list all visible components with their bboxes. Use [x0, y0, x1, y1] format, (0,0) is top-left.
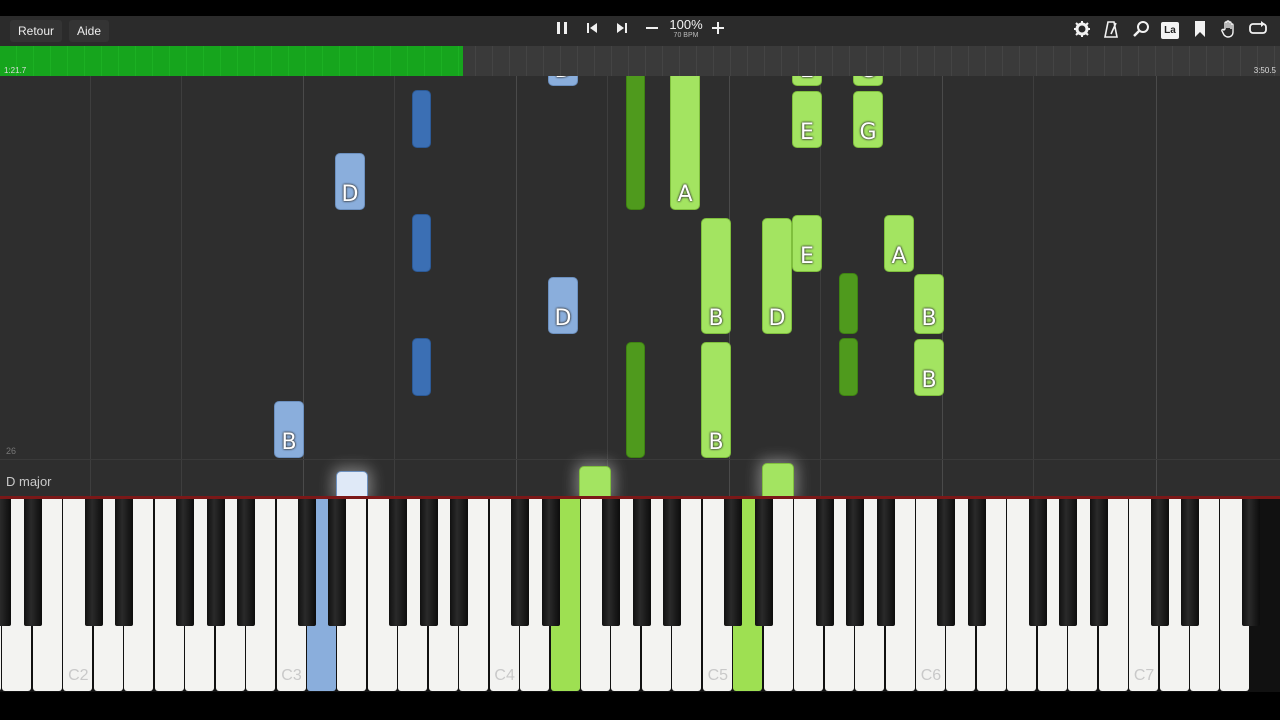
note-right-hand: G: [853, 76, 883, 86]
tempo-label: 70 BPM: [673, 32, 699, 39]
loop-icon[interactable]: [1247, 20, 1269, 42]
piano-black-key[interactable]: [1241, 499, 1260, 626]
piano-roll: 26 D major D D D B E G A E G E A B D B B…: [0, 76, 1280, 496]
note-left-hand: D: [548, 277, 578, 334]
octave-label: C3: [281, 667, 302, 684]
note-right-hand: [839, 273, 858, 334]
bookmark-icon[interactable]: [1189, 20, 1211, 42]
piano-black-key[interactable]: [541, 499, 560, 626]
piano-black-key[interactable]: [602, 499, 621, 626]
octave-label: C2: [68, 667, 89, 684]
piano-black-key[interactable]: [23, 499, 42, 626]
octave-label: C5: [707, 667, 729, 684]
piano-black-key[interactable]: [1150, 499, 1169, 626]
note-right-hand: [626, 76, 645, 210]
piano-black-key[interactable]: [632, 499, 651, 626]
piano-black-key[interactable]: [176, 499, 195, 626]
piano-black-key[interactable]: [1089, 499, 1108, 626]
note-right-hand: E: [792, 76, 822, 86]
zoom-percent: 100%: [669, 17, 703, 32]
note-right-hand: B: [701, 218, 731, 334]
piano-black-key[interactable]: [297, 499, 316, 626]
piano-black-key[interactable]: [419, 499, 438, 626]
note-left-hand: [412, 214, 431, 272]
note-right-hand: E: [792, 215, 822, 272]
help-button[interactable]: Aide: [69, 20, 110, 42]
timeline-progress: [0, 46, 464, 76]
octave-label: C4: [494, 667, 515, 684]
note-right-hand: B: [914, 274, 944, 334]
grid-line: [1033, 76, 1034, 496]
search-icon[interactable]: [1130, 20, 1152, 42]
piano-black-key[interactable]: [389, 499, 408, 626]
piano-black-key[interactable]: [328, 499, 347, 626]
notation-icon[interactable]: La: [1161, 22, 1179, 39]
piano-black-key[interactable]: [967, 499, 986, 626]
playing-note-glow: [336, 471, 368, 496]
grid-line: [516, 76, 517, 496]
note-right-hand: B: [701, 342, 731, 458]
key-signature: D major: [6, 474, 52, 489]
playing-note-glow: [762, 463, 794, 496]
settings-icon[interactable]: [1071, 20, 1093, 42]
toolbar: Retour Aide 100% 70 BPM La: [0, 16, 1280, 46]
bottom-bar: [0, 692, 1280, 720]
note-left-hand: [412, 90, 431, 148]
piano-keyboard: C2 C3 C4 C5 C6 C7: [0, 499, 1280, 692]
grid-line: [607, 76, 608, 496]
piano-black-key[interactable]: [724, 499, 743, 626]
grid-line: [1156, 76, 1157, 496]
measure-line: [0, 459, 1280, 460]
zoom-display: 100% 70 BPM: [666, 18, 706, 41]
note-right-hand: [626, 342, 645, 458]
note-left-hand: D: [548, 76, 578, 86]
back-button[interactable]: Retour: [10, 20, 63, 42]
piano-black-key[interactable]: [511, 499, 530, 626]
playing-note-glow: [579, 466, 611, 496]
note-right-hand: G: [853, 91, 883, 148]
note-left-hand: [412, 338, 431, 396]
piano-black-key[interactable]: [815, 499, 834, 626]
note-right-hand: B: [914, 339, 944, 396]
measure-number: 26: [6, 446, 17, 456]
total-time: 3:50.5: [1253, 66, 1276, 75]
octave-label: C6: [920, 667, 942, 684]
piano-black-key[interactable]: [663, 499, 682, 626]
octave-label: C7: [1133, 667, 1155, 684]
grid-line: [394, 76, 395, 496]
piano-black-key[interactable]: [1059, 499, 1078, 626]
piano-black-key[interactable]: [876, 499, 895, 626]
piano-black-key[interactable]: [754, 499, 773, 626]
grid-line: [90, 76, 91, 496]
piano-black-key[interactable]: [1028, 499, 1047, 626]
minus-icon[interactable]: [642, 21, 662, 41]
piano-black-key[interactable]: [846, 499, 865, 626]
note-right-hand: D: [762, 218, 792, 334]
hand-icon[interactable]: [1218, 20, 1240, 42]
note-right-hand: A: [670, 76, 700, 210]
piano-black-key[interactable]: [206, 499, 225, 626]
piano-black-key[interactable]: [0, 499, 12, 626]
metronome-icon[interactable]: [1100, 20, 1122, 42]
note-left-hand: B: [274, 401, 304, 458]
piano-black-key[interactable]: [937, 499, 956, 626]
piano-black-key[interactable]: [1181, 499, 1199, 626]
timeline-scrubber[interactable]: 1:21.7 3:50.5: [0, 46, 1280, 76]
current-time: 1:21.7: [4, 66, 27, 75]
piano-black-key[interactable]: [237, 499, 256, 626]
plus-icon[interactable]: [708, 21, 728, 41]
next-icon[interactable]: [612, 21, 632, 41]
note-right-hand: [839, 338, 858, 396]
piano-black-key[interactable]: [115, 499, 134, 626]
pause-icon[interactable]: [552, 21, 572, 41]
piano-black-key[interactable]: [84, 499, 103, 626]
piano-black-key[interactable]: [450, 499, 469, 626]
note-left-hand: D: [335, 153, 365, 210]
note-right-hand: E: [792, 91, 822, 148]
grid-line: [181, 76, 182, 496]
prev-icon[interactable]: [582, 21, 602, 41]
note-right-hand: A: [884, 215, 914, 272]
